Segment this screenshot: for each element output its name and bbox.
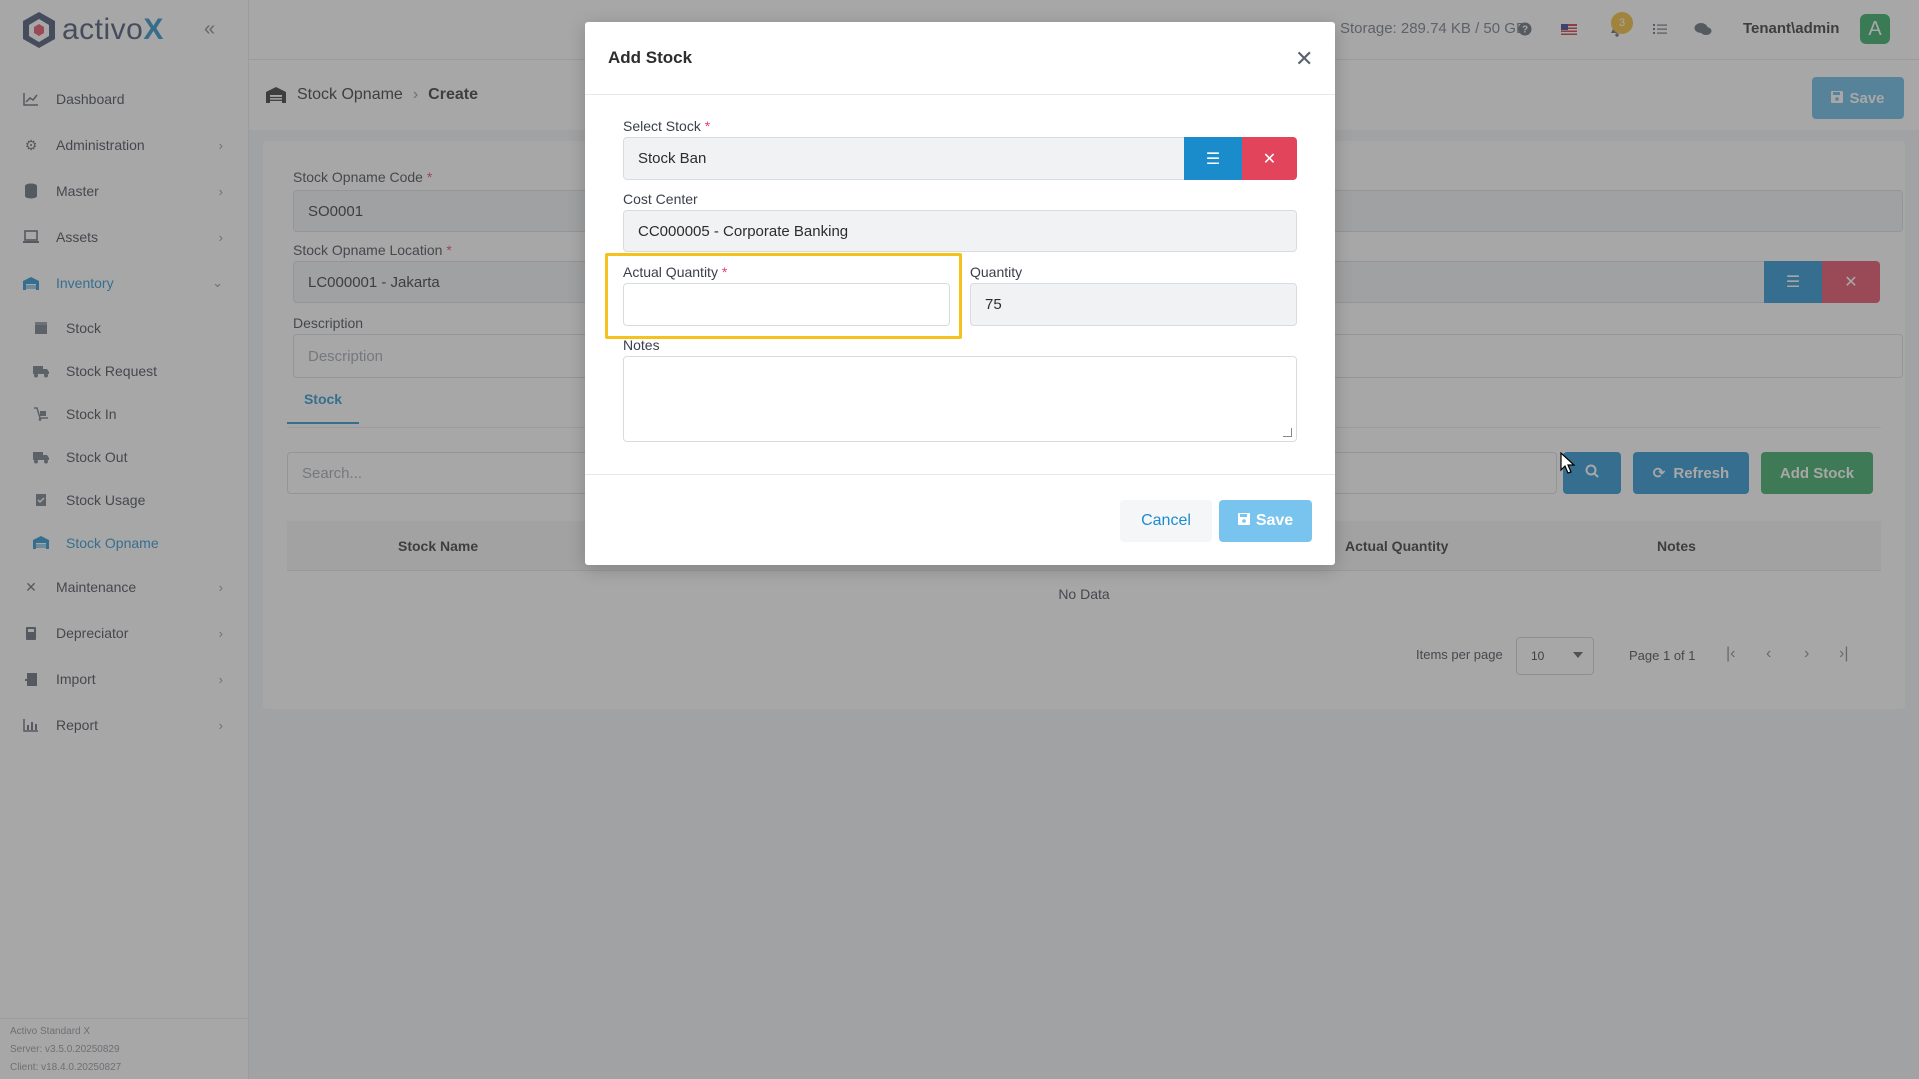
select-stock-list-button[interactable]: ☰: [1184, 137, 1242, 180]
cancel-button[interactable]: Cancel: [1120, 500, 1212, 542]
modal-save-button[interactable]: Save: [1219, 500, 1312, 542]
resize-grip-icon[interactable]: [1283, 428, 1292, 437]
mouse-cursor-icon: [1560, 452, 1576, 474]
modal-divider-top: [585, 94, 1335, 95]
close-icon: ✕: [1262, 150, 1277, 168]
select-stock-field[interactable]: Stock Ban: [623, 137, 1185, 180]
modal-save-label: Save: [1255, 512, 1294, 529]
select-stock-clear-button[interactable]: ✕: [1242, 137, 1297, 180]
actual-quantity-input[interactable]: [623, 283, 950, 326]
list-icon: ☰: [1205, 150, 1221, 168]
add-stock-modal: Add Stock ✕ Select Stock * Stock Ban ☰ ✕…: [585, 22, 1335, 565]
modal-divider-bottom: [585, 474, 1335, 475]
cost-center-field[interactable]: CC000005 - Corporate Banking: [623, 210, 1297, 252]
quantity-field[interactable]: 75: [970, 283, 1297, 326]
quantity-label: Quantity: [970, 264, 1023, 280]
modal-title: Add Stock: [608, 48, 693, 67]
actual-quantity-label: Actual Quantity *: [623, 264, 728, 280]
select-stock-label: Select Stock *: [623, 118, 711, 134]
notes-textarea[interactable]: [623, 356, 1297, 442]
floppy-disk-icon: [1237, 512, 1250, 530]
close-icon[interactable]: ✕: [1295, 46, 1313, 72]
notes-label: Notes: [623, 337, 660, 353]
cost-center-label: Cost Center: [623, 191, 698, 207]
